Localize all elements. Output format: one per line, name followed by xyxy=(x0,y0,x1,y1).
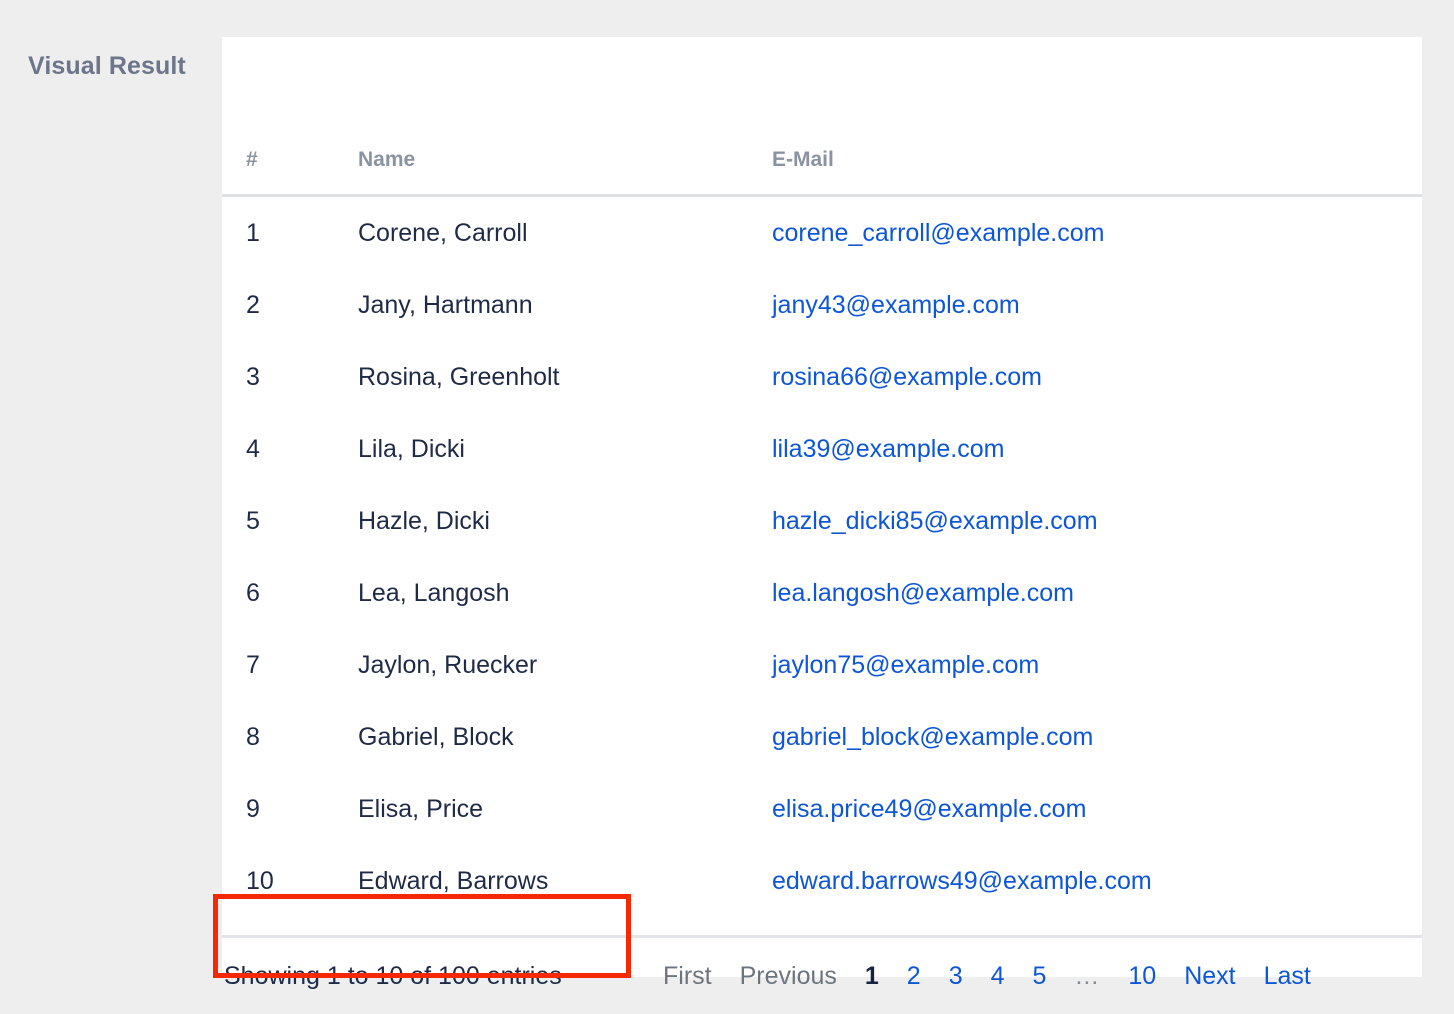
cell-index: 2 xyxy=(222,269,358,341)
cell-name: Lea, Langosh xyxy=(358,557,772,629)
table-row[interactable]: 2 Jany, Hartmann jany43@example.com xyxy=(222,269,1422,341)
showing-entries-info: Showing 1 to 10 of 100 entries xyxy=(222,962,633,991)
pagination: First Previous 1 2 3 4 5 … 10 Next Last xyxy=(633,962,1422,991)
cell-name: Jaylon, Ruecker xyxy=(358,629,772,701)
pagination-last[interactable]: Last xyxy=(1250,962,1325,991)
cell-email: corene_carroll@example.com xyxy=(772,196,1422,270)
cell-email: rosina66@example.com xyxy=(772,341,1422,413)
cell-index: 10 xyxy=(222,845,358,917)
column-header-name[interactable]: Name xyxy=(358,37,772,196)
cell-name: Rosina, Greenholt xyxy=(358,341,772,413)
table-header-row: # Name E-Mail xyxy=(222,37,1422,196)
table-row[interactable]: 7 Jaylon, Ruecker jaylon75@example.com xyxy=(222,629,1422,701)
email-link[interactable]: corene_carroll@example.com xyxy=(772,219,1104,247)
cell-index: 6 xyxy=(222,557,358,629)
pagination-page-5[interactable]: 5 xyxy=(1019,962,1061,991)
cell-email: gabriel_block@example.com xyxy=(772,701,1422,773)
cell-index: 4 xyxy=(222,413,358,485)
cell-index: 9 xyxy=(222,773,358,845)
pagination-previous[interactable]: Previous xyxy=(726,962,851,991)
cell-index: 1 xyxy=(222,196,358,270)
cell-email: lea.langosh@example.com xyxy=(772,557,1422,629)
pagination-first[interactable]: First xyxy=(649,962,726,991)
cell-email: lila39@example.com xyxy=(772,413,1422,485)
cell-name: Elisa, Price xyxy=(358,773,772,845)
table-body: 1 Corene, Carroll corene_carroll@example… xyxy=(222,196,1422,918)
pagination-page-10[interactable]: 10 xyxy=(1114,962,1170,991)
cell-name: Lila, Dicki xyxy=(358,413,772,485)
cell-index: 8 xyxy=(222,701,358,773)
table-header: # Name E-Mail xyxy=(222,37,1422,196)
email-link[interactable]: lea.langosh@example.com xyxy=(772,579,1074,607)
cell-name: Corene, Carroll xyxy=(358,196,772,270)
cell-name: Edward, Barrows xyxy=(358,845,772,917)
pagination-page-2[interactable]: 2 xyxy=(893,962,935,991)
pagination-page-1[interactable]: 1 xyxy=(851,962,893,991)
cell-email: hazle_dicki85@example.com xyxy=(772,485,1422,557)
pagination-page-4[interactable]: 4 xyxy=(977,962,1019,991)
email-link[interactable]: lila39@example.com xyxy=(772,435,1004,463)
email-link[interactable]: jaylon75@example.com xyxy=(772,651,1039,679)
cell-name: Jany, Hartmann xyxy=(358,269,772,341)
email-link[interactable]: jany43@example.com xyxy=(772,291,1020,319)
table-row[interactable]: 10 Edward, Barrows edward.barrows49@exam… xyxy=(222,845,1422,917)
email-link[interactable]: edward.barrows49@example.com xyxy=(772,867,1152,895)
email-link[interactable]: hazle_dicki85@example.com xyxy=(772,507,1098,535)
table-row[interactable]: 1 Corene, Carroll corene_carroll@example… xyxy=(222,196,1422,270)
table-row[interactable]: 5 Hazle, Dicki hazle_dicki85@example.com xyxy=(222,485,1422,557)
table-footer: Showing 1 to 10 of 100 entries First Pre… xyxy=(222,935,1422,1014)
pagination-ellipsis: … xyxy=(1060,962,1114,991)
results-table: # Name E-Mail 1 Corene, Carroll corene_c… xyxy=(222,37,1422,917)
visual-result-card: # Name E-Mail 1 Corene, Carroll corene_c… xyxy=(222,37,1422,977)
cell-email: jaylon75@example.com xyxy=(772,629,1422,701)
cell-index: 7 xyxy=(222,629,358,701)
email-link[interactable]: elisa.price49@example.com xyxy=(772,795,1086,823)
cell-name: Gabriel, Block xyxy=(358,701,772,773)
cell-index: 5 xyxy=(222,485,358,557)
table-row[interactable]: 4 Lila, Dicki lila39@example.com xyxy=(222,413,1422,485)
table-row[interactable]: 9 Elisa, Price elisa.price49@example.com xyxy=(222,773,1422,845)
email-link[interactable]: rosina66@example.com xyxy=(772,363,1042,391)
cell-email: jany43@example.com xyxy=(772,269,1422,341)
screenshot-root: Visual Result # Name E-Mail 1 Corene, Ca… xyxy=(0,0,1454,1008)
column-header-index[interactable]: # xyxy=(222,37,358,196)
email-link[interactable]: gabriel_block@example.com xyxy=(772,723,1093,751)
section-label-visual-result: Visual Result xyxy=(28,52,186,81)
table-row[interactable]: 8 Gabriel, Block gabriel_block@example.c… xyxy=(222,701,1422,773)
table-row[interactable]: 6 Lea, Langosh lea.langosh@example.com xyxy=(222,557,1422,629)
cell-email: elisa.price49@example.com xyxy=(772,773,1422,845)
cell-index: 3 xyxy=(222,341,358,413)
table-row[interactable]: 3 Rosina, Greenholt rosina66@example.com xyxy=(222,341,1422,413)
pagination-page-3[interactable]: 3 xyxy=(935,962,977,991)
cell-name: Hazle, Dicki xyxy=(358,485,772,557)
cell-email: edward.barrows49@example.com xyxy=(772,845,1422,917)
column-header-email[interactable]: E-Mail xyxy=(772,37,1422,196)
pagination-next[interactable]: Next xyxy=(1170,962,1249,991)
